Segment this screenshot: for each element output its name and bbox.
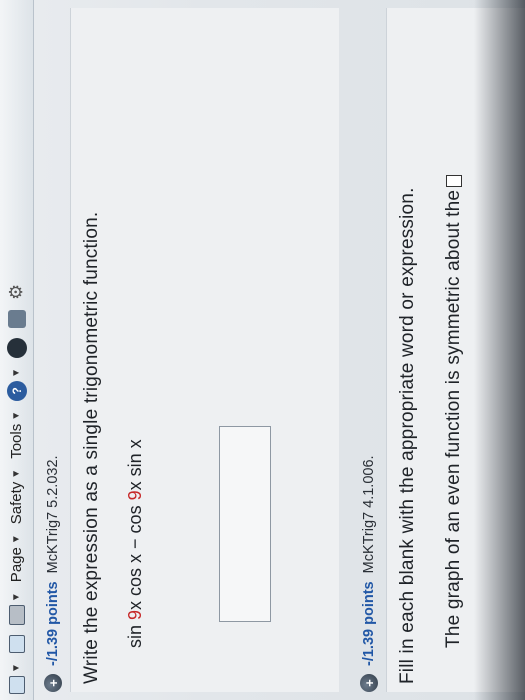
tools-menu-label: Tools — [8, 423, 25, 459]
chevron-down-icon: ▼ — [11, 663, 22, 673]
settings-button[interactable]: ⚙ — [6, 284, 27, 300]
expand-icon[interactable]: + — [44, 674, 62, 692]
chevron-down-icon: ▼ — [11, 534, 22, 545]
research-button[interactable] — [7, 309, 26, 328]
trig-expression: sin 9x cos x − cos 9x sin x — [125, 439, 146, 648]
print-button[interactable]: ▼ — [8, 592, 25, 626]
question-body: Write the expression as a single trigono… — [70, 8, 339, 692]
safety-menu-label: Safety — [8, 481, 25, 525]
points-link[interactable]: -/1.39 points — [45, 581, 61, 666]
expr-coefficient-2: 9 — [125, 490, 145, 501]
question-prompt: Write the expression as a single trigono… — [81, 211, 102, 684]
research-icon — [7, 309, 26, 328]
answer-input[interactable] — [219, 426, 271, 622]
help-button[interactable]: ? ▼ — [6, 367, 27, 401]
expr-coefficient-1: 9 — [125, 609, 145, 620]
email-icon — [8, 635, 25, 654]
email-button[interactable] — [8, 635, 25, 654]
chevron-down-icon: ▼ — [11, 367, 22, 378]
question-body: Fill in each blank with the appropriate … — [386, 8, 525, 692]
chevron-down-icon: ▼ — [11, 410, 22, 421]
blank-input[interactable] — [445, 174, 462, 187]
expr-part-2: x cos x − cos — [125, 500, 145, 610]
chevron-down-icon: ▼ — [11, 592, 22, 603]
browser-command-bar: ▼ ▼ Page ▼ Safety ▼ Tools ▼ ? ▼ ⚙ — [0, 0, 34, 700]
question-id: McKTrig7 5.2.032. — [45, 455, 61, 574]
safety-menu[interactable]: Safety ▼ — [8, 469, 25, 524]
expand-icon[interactable]: + — [360, 674, 378, 692]
print-icon — [8, 605, 25, 626]
home-icon — [8, 676, 25, 694]
question-header: + -/1.39 points McKTrig7 5.2.032. — [40, 455, 66, 692]
expr-part-3: x sin x — [125, 439, 145, 491]
globe-button[interactable] — [6, 337, 27, 358]
help-icon: ? — [6, 380, 27, 401]
fill-in-sentence: The graph of an even function is symmetr… — [443, 174, 465, 648]
expr-part-1: sin — [125, 619, 145, 648]
page-menu[interactable]: Page ▼ — [8, 534, 25, 582]
browser-viewport: ▼ ▼ Page ▼ Safety ▼ Tools ▼ ? ▼ ⚙ + -/1.… — [0, 0, 525, 700]
sentence-text: The graph of an even function is symmetr… — [443, 189, 464, 648]
tools-menu[interactable]: Tools ▼ — [8, 411, 25, 459]
chevron-down-icon: ▼ — [11, 468, 22, 479]
points-link[interactable]: -/1.39 points — [361, 581, 377, 666]
globe-icon — [6, 337, 27, 358]
question-id: McKTrig7 4.1.006. — [361, 455, 377, 574]
question-header: + -/1.39 points McKTrig7 4.1.006. — [356, 455, 382, 692]
page-menu-label: Page — [8, 547, 25, 583]
home-button[interactable]: ▼ — [8, 663, 25, 694]
question-prompt: Fill in each blank with the appropriate … — [397, 187, 418, 684]
gear-icon: ⚙ — [6, 283, 26, 300]
